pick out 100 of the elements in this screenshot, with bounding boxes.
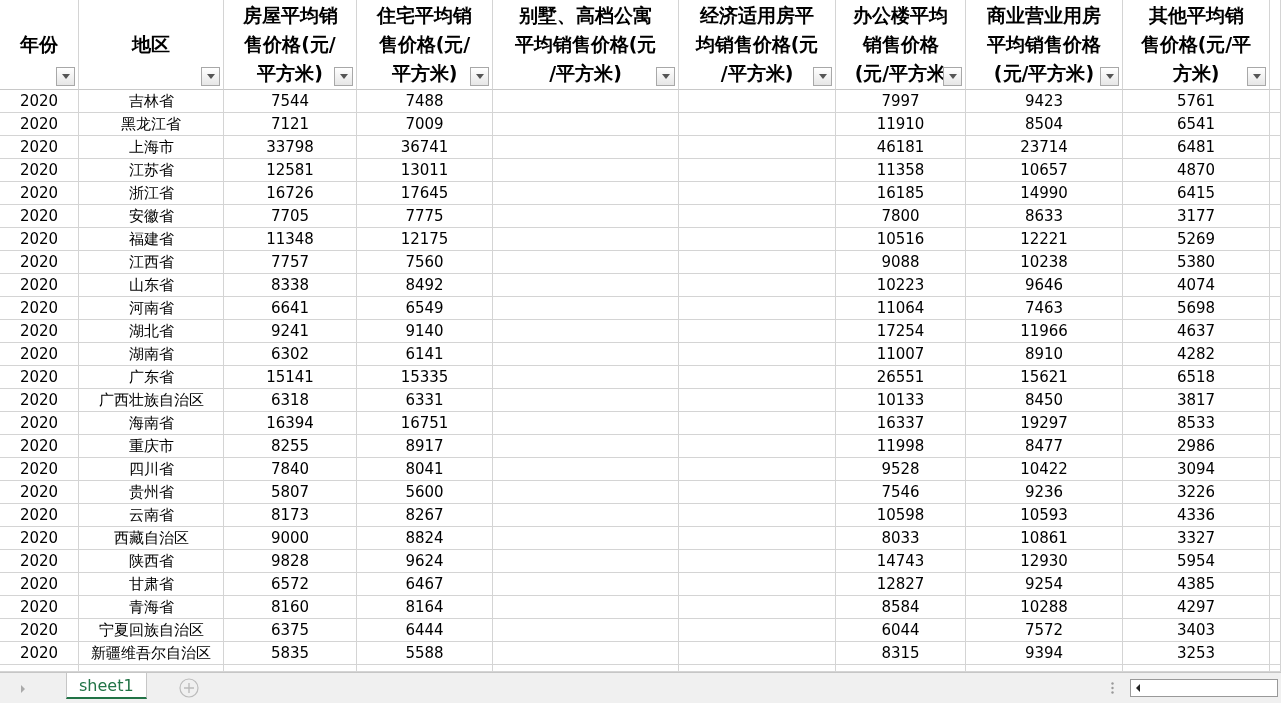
table-cell: 10657 xyxy=(966,159,1123,182)
sheet-tab[interactable]: sheet1 xyxy=(66,673,147,699)
dropdown-arrow-icon xyxy=(475,74,484,79)
table-cell: 9241 xyxy=(224,320,357,343)
table-cell: 7572 xyxy=(966,619,1123,642)
empty-cell xyxy=(1270,251,1281,274)
table-cell: 5380 xyxy=(1123,251,1270,274)
empty-cell xyxy=(1270,343,1281,366)
filter-dropdown-button[interactable] xyxy=(56,67,75,86)
table-cell: 8917 xyxy=(357,435,493,458)
table-cell: 5835 xyxy=(224,642,357,665)
table-cell: 14990 xyxy=(966,182,1123,205)
empty-cell xyxy=(1270,159,1281,182)
table-cell: 7705 xyxy=(224,205,357,228)
table-cell: 2020 xyxy=(0,573,79,596)
horizontal-scrollbar[interactable] xyxy=(1130,679,1278,697)
table-cell: 5807 xyxy=(224,481,357,504)
empty-cell xyxy=(1270,642,1281,665)
table-cell: 6641 xyxy=(224,297,357,320)
filter-dropdown-button[interactable] xyxy=(943,67,962,86)
column-header: 年份 xyxy=(20,32,58,57)
table-cell: 12221 xyxy=(966,228,1123,251)
table-cell: 23714 xyxy=(966,136,1123,159)
table-cell: 8160 xyxy=(224,596,357,619)
table-cell: 7800 xyxy=(836,205,966,228)
filter-dropdown-button[interactable] xyxy=(813,67,832,86)
table-cell: 8173 xyxy=(224,504,357,527)
table-cell: 7775 xyxy=(357,205,493,228)
table-cell: 2020 xyxy=(0,389,79,412)
table-cell: 4074 xyxy=(1123,274,1270,297)
table-cell: 7560 xyxy=(357,251,493,274)
dropdown-arrow-icon xyxy=(661,74,670,79)
table-cell: 2020 xyxy=(0,159,79,182)
table-cell: 8504 xyxy=(966,113,1123,136)
table-cell: 6541 xyxy=(1123,113,1270,136)
table-cell: 10598 xyxy=(836,504,966,527)
table-cell: 13011 xyxy=(357,159,493,182)
filter-dropdown-button[interactable] xyxy=(334,67,353,86)
table-cell: 山东省 xyxy=(79,274,224,297)
table-cell: 4385 xyxy=(1123,573,1270,596)
filter-dropdown-button[interactable] xyxy=(656,67,675,86)
table-cell: 河南省 xyxy=(79,297,224,320)
table-cell: 6444 xyxy=(357,619,493,642)
table-cell: 2020 xyxy=(0,412,79,435)
table-cell: 2020 xyxy=(0,504,79,527)
table-cell: 8450 xyxy=(966,389,1123,412)
table-cell: 9624 xyxy=(357,550,493,573)
table-cell: 15335 xyxy=(357,366,493,389)
table-cell: 5588 xyxy=(357,642,493,665)
table-cell: 46181 xyxy=(836,136,966,159)
table-cell: 26551 xyxy=(836,366,966,389)
empty-cell xyxy=(1270,527,1281,550)
table-cell: 3177 xyxy=(1123,205,1270,228)
filter-dropdown-button[interactable] xyxy=(1247,67,1266,86)
table-cell: 2020 xyxy=(0,228,79,251)
table-cell: 17645 xyxy=(357,182,493,205)
empty-cell xyxy=(1270,573,1281,596)
table-cell: 2020 xyxy=(0,435,79,458)
filter-dropdown-button[interactable] xyxy=(470,67,489,86)
table-cell: 2020 xyxy=(0,136,79,159)
empty-cell xyxy=(1270,228,1281,251)
empty-cell xyxy=(1270,596,1281,619)
filter-dropdown-button[interactable] xyxy=(201,67,220,86)
table-cell: 16394 xyxy=(224,412,357,435)
table-cell: 10288 xyxy=(966,596,1123,619)
table-cell: 吉林省 xyxy=(79,90,224,113)
table-cell: 8315 xyxy=(836,642,966,665)
table-cell: 海南省 xyxy=(79,412,224,435)
table-cell: 2020 xyxy=(0,550,79,573)
scroll-left-arrow-icon[interactable] xyxy=(1135,684,1141,692)
table-cell: 4336 xyxy=(1123,504,1270,527)
table-cell: 7463 xyxy=(966,297,1123,320)
table-cell: 甘肃省 xyxy=(79,573,224,596)
table-cell: 8255 xyxy=(224,435,357,458)
table-cell: 浙江省 xyxy=(79,182,224,205)
table-cell: 10422 xyxy=(966,458,1123,481)
filter-dropdown-button[interactable] xyxy=(1100,67,1119,86)
table-cell: 16337 xyxy=(836,412,966,435)
dropdown-arrow-icon xyxy=(61,74,70,79)
table-cell: 3327 xyxy=(1123,527,1270,550)
column-header: 房屋平均销 售价格(元/ 平方米) xyxy=(242,3,338,86)
table-cell: 11007 xyxy=(836,343,966,366)
table-cell: 陕西省 xyxy=(79,550,224,573)
table-cell: 湖北省 xyxy=(79,320,224,343)
table-cell: 4870 xyxy=(1123,159,1270,182)
table-cell: 6467 xyxy=(357,573,493,596)
column-header: 地区 xyxy=(132,32,170,57)
table-cell: 2020 xyxy=(0,320,79,343)
table-cell: 8033 xyxy=(836,527,966,550)
table-cell: 6572 xyxy=(224,573,357,596)
empty-cell xyxy=(1270,297,1281,320)
table-cell: 福建省 xyxy=(79,228,224,251)
table-cell: 2020 xyxy=(0,251,79,274)
column-header: 经济适用房平 均销售价格(元 /平方米) xyxy=(695,3,819,86)
table-cell: 9254 xyxy=(966,573,1123,596)
table-cell: 8633 xyxy=(966,205,1123,228)
table-cell: 新疆维吾尔自治区 xyxy=(79,642,224,665)
table-cell: 12175 xyxy=(357,228,493,251)
dropdown-arrow-icon xyxy=(206,74,215,79)
empty-cell xyxy=(1270,550,1281,573)
